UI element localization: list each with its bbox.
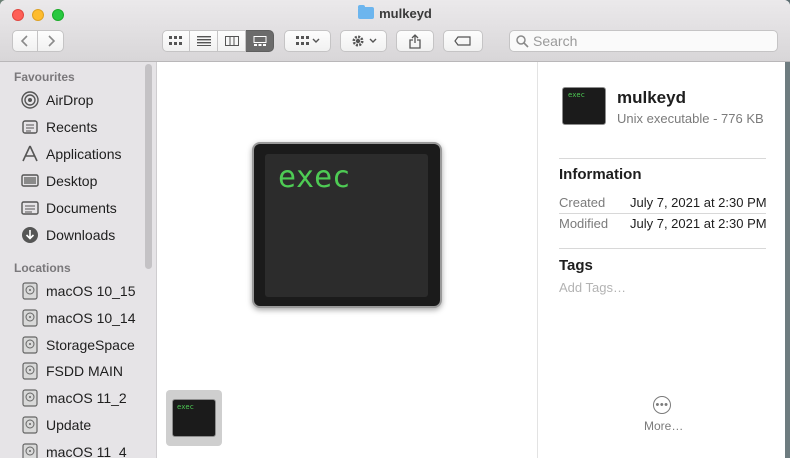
column-view-icon: [224, 36, 239, 46]
exec-thumbnail-icon: exec: [172, 399, 216, 437]
back-button[interactable]: [12, 30, 38, 52]
list-view-icon: [196, 36, 211, 46]
sidebar-item-macos-10-15[interactable]: macOS 10_15: [20, 279, 150, 303]
exec-small-icon-text: exec: [568, 91, 585, 99]
airdrop-icon: [20, 90, 40, 110]
icon-view-icon: [169, 36, 182, 45]
search-field[interactable]: [509, 30, 778, 52]
sidebar-item-label: Update: [46, 417, 92, 433]
sidebar: Favourites AirDrop Recents Applications …: [0, 62, 157, 458]
tag-button[interactable]: [443, 30, 483, 52]
disk-icon: [20, 281, 40, 301]
column-view-button[interactable]: [218, 30, 246, 52]
divider: [559, 158, 766, 159]
folder-icon: [358, 5, 375, 19]
documents-icon: [20, 198, 40, 218]
chevron-right-icon: [47, 35, 55, 47]
sidebar-item-macos-11-4[interactable]: macOS 11_4: [20, 440, 150, 458]
tag-icon: [454, 36, 471, 46]
sidebar-item-label: Documents: [46, 200, 117, 216]
view-mode-group: [162, 30, 274, 52]
sidebar-item-desktop[interactable]: Desktop: [20, 169, 150, 193]
gallery-preview: exec exec: [157, 62, 537, 458]
disk-icon: [20, 415, 40, 435]
sidebar-item-recents[interactable]: Recents: [20, 115, 150, 139]
disk-icon: [20, 442, 40, 458]
sidebar-item-macos-10-14[interactable]: macOS 10_14: [20, 306, 150, 330]
sidebar-item-label: Recents: [46, 119, 98, 135]
group-icon: [295, 36, 319, 45]
window-title: mulkeyd: [0, 5, 790, 21]
group-button[interactable]: [284, 30, 331, 52]
window-title-text: mulkeyd: [379, 6, 432, 21]
gallery-view-button[interactable]: [246, 30, 274, 52]
exec-thumbnail-text: exec: [177, 403, 194, 411]
exec-file-small-icon: exec: [562, 87, 606, 125]
sidebar-item-label: StorageSpace: [46, 337, 135, 353]
action-button[interactable]: [340, 30, 387, 52]
modified-label: Modified: [559, 216, 609, 231]
forward-button[interactable]: [37, 30, 64, 52]
sidebar-item-storagespace[interactable]: StorageSpace: [20, 333, 150, 357]
file-kind: Unix executable - 776 KB: [617, 111, 764, 126]
desktop-background-edge: [785, 62, 790, 458]
created-label: Created: [559, 195, 606, 210]
add-tags-field[interactable]: Add Tags…: [559, 280, 626, 295]
finder-window: mulkeyd Search Favourites AirDrop Recent…: [0, 0, 790, 458]
sidebar-item-airdrop[interactable]: AirDrop: [20, 88, 150, 112]
disk-icon: [20, 308, 40, 328]
created-value: July 7, 2021 at 2:30 PM: [630, 195, 767, 210]
sidebar-item-downloads[interactable]: Downloads: [20, 223, 150, 247]
gear-icon: [352, 35, 376, 47]
toolbar: mulkeyd: [0, 0, 790, 62]
sidebar-item-applications[interactable]: Applications: [20, 142, 150, 166]
share-button[interactable]: [396, 30, 434, 52]
information-header: Information: [559, 166, 642, 183]
exec-icon-text: exec: [278, 160, 351, 195]
sidebar-item-label: Desktop: [46, 173, 98, 189]
sidebar-item-label: macOS 10_15: [46, 283, 136, 299]
sidebar-item-label: Applications: [46, 146, 122, 162]
desktop-icon: [20, 171, 40, 191]
search-icon: [516, 34, 529, 48]
sidebar-item-label: FSDD MAIN: [46, 363, 123, 379]
recents-icon: [20, 117, 40, 137]
gallery-thumbnail-selected[interactable]: exec: [166, 390, 222, 446]
sidebar-item-documents[interactable]: Documents: [20, 196, 150, 220]
sidebar-item-update[interactable]: Update: [20, 413, 150, 437]
sidebar-item-label: macOS 11_2: [46, 390, 127, 406]
icon-view-button[interactable]: [162, 30, 190, 52]
sidebar-item-label: macOS 11_4: [46, 444, 127, 458]
share-icon: [409, 33, 421, 49]
disk-icon: [20, 361, 40, 381]
list-view-button[interactable]: [190, 30, 218, 52]
tags-header: Tags: [559, 257, 593, 274]
sidebar-item-label: Downloads: [46, 227, 116, 243]
modified-value: July 7, 2021 at 2:30 PM: [630, 216, 767, 231]
gallery-thumbnail-strip: exec: [157, 384, 537, 458]
sidebar-item-label: macOS 10_14: [46, 310, 136, 326]
more-icon[interactable]: •••: [653, 396, 671, 414]
applications-icon: [20, 144, 40, 164]
disk-icon: [20, 388, 40, 408]
sidebar-item-label: AirDrop: [46, 92, 94, 108]
divider: [559, 213, 766, 214]
chevron-left-icon: [20, 35, 28, 47]
more-button-label[interactable]: More…: [644, 419, 683, 433]
sidebar-header-favourites: Favourites: [14, 70, 75, 84]
sidebar-item-fsdd-main[interactable]: FSDD MAIN: [20, 359, 150, 383]
sidebar-header-locations: Locations: [14, 261, 71, 275]
gallery-view-icon: [253, 36, 266, 46]
divider: [559, 248, 766, 249]
sidebar-item-macos-11-2[interactable]: macOS 11_2: [20, 386, 150, 410]
info-panel: exec mulkeyd Unix executable - 776 KB In…: [537, 62, 785, 458]
file-name: mulkeyd: [617, 88, 686, 107]
exec-file-icon: exec: [252, 142, 442, 308]
search-input[interactable]: [533, 33, 763, 49]
downloads-icon: [20, 225, 40, 245]
disk-icon: [20, 335, 40, 355]
